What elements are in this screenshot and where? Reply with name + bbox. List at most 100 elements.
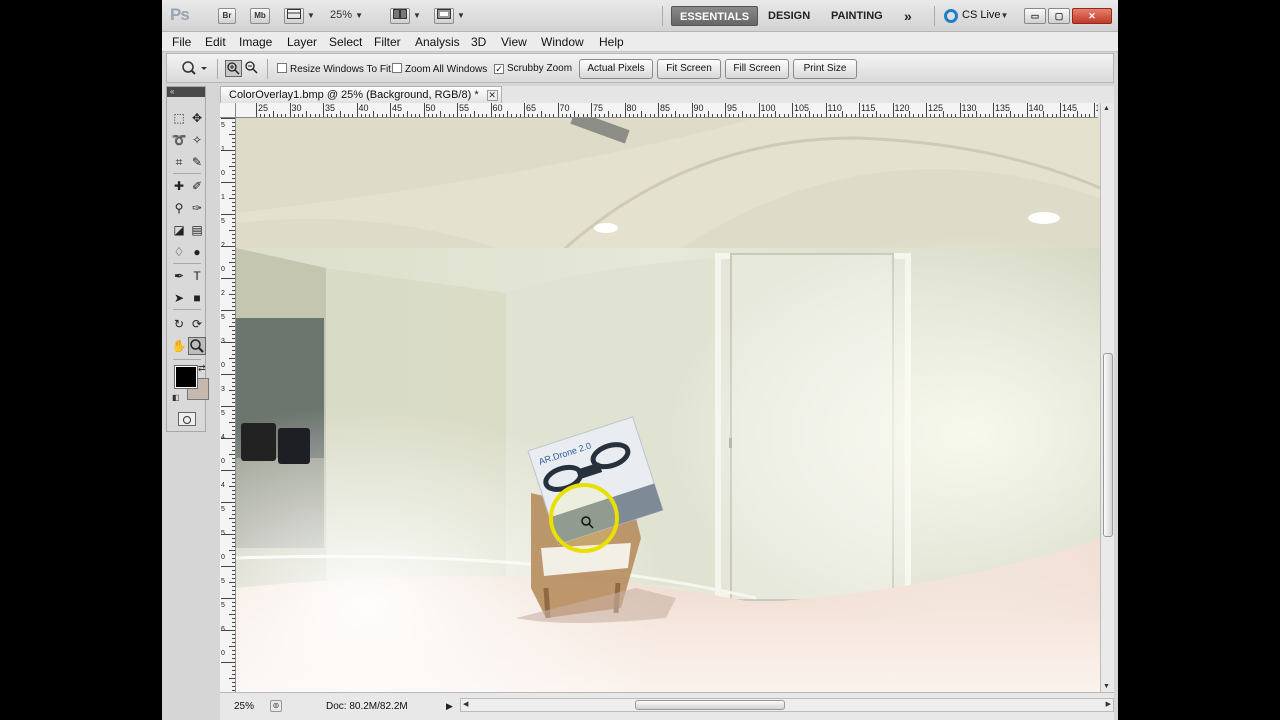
ruler-tick — [281, 114, 283, 117]
ruler-tick — [327, 114, 329, 117]
3d-orbit-tool-icon[interactable]: ⟳ — [188, 315, 206, 333]
ruler-tick — [1093, 103, 1095, 117]
fill-screen-button[interactable]: Fill Screen — [725, 59, 789, 79]
ruler-origin[interactable] — [220, 103, 236, 118]
ruler-tick — [436, 114, 438, 117]
separator — [173, 173, 201, 174]
zoom-in-mode-button[interactable] — [225, 60, 242, 77]
resize-windows-checkbox[interactable]: Resize Windows To Fit — [277, 63, 391, 75]
scrubby-zoom-checkbox[interactable]: ✓ Scrubby Zoom — [494, 63, 572, 74]
healing-brush-tool-icon[interactable]: ✚ — [170, 177, 188, 195]
path-selection-tool-icon[interactable]: ➤ — [170, 289, 188, 307]
horizontal-scrollbar[interactable]: ◀ ▶ — [460, 698, 1114, 712]
swap-colors-icon[interactable]: ⇄ — [198, 363, 206, 374]
ruler-tick — [783, 114, 785, 117]
launch-bridge-button[interactable]: Br — [218, 8, 236, 24]
menu-window[interactable]: Window — [541, 35, 584, 49]
scroll-up-icon[interactable]: ▲ — [1103, 105, 1110, 112]
zoom-level-dropdown[interactable]: 25% ▼ — [330, 9, 363, 21]
ruler-label: 4 — [221, 482, 225, 489]
move-tool-icon[interactable]: ✥ — [188, 109, 206, 127]
ruler-tick — [229, 550, 235, 551]
restore-button[interactable]: ▢ — [1048, 8, 1070, 24]
workspace-design[interactable]: DESIGN — [760, 6, 818, 26]
menu-select[interactable]: Select — [329, 35, 362, 49]
tool-preset-picker[interactable] — [181, 60, 207, 81]
menu-file[interactable]: File — [172, 35, 191, 49]
arrange-documents-button[interactable] — [390, 8, 410, 24]
type-tool-icon[interactable]: T — [188, 267, 206, 285]
ruler-tick — [229, 614, 235, 615]
ruler-label: 2 — [221, 290, 225, 297]
ruler-label: 135 — [995, 103, 1011, 113]
menu-help[interactable]: Help — [599, 35, 624, 49]
scroll-left-icon[interactable]: ◀ — [463, 700, 468, 708]
ruler-tick — [229, 294, 235, 295]
close-document-icon[interactable]: ✕ — [486, 90, 498, 101]
blur-tool-icon[interactable]: ♢ — [170, 243, 188, 261]
eyedropper-tool-icon[interactable]: ✎ — [188, 153, 206, 171]
brush-tool-icon[interactable]: ✐ — [188, 177, 206, 195]
ruler-tick — [821, 114, 823, 117]
document-tab[interactable]: ColorOverlay1.bmp @ 25% (Background, RGB… — [220, 86, 502, 103]
launch-minibridge-button[interactable]: Mb — [250, 8, 270, 24]
menu-3d[interactable]: 3D — [471, 35, 486, 49]
more-workspaces-button[interactable]: » — [896, 6, 920, 26]
lasso-tool-icon[interactable]: ➰ — [170, 131, 188, 149]
vertical-scrollbar[interactable]: ▲ ▼ — [1100, 103, 1114, 692]
eraser-tool-icon[interactable]: ◪ — [170, 221, 188, 239]
zoom-tool-icon[interactable] — [188, 337, 206, 355]
ruler-tick — [762, 114, 764, 117]
pen-tool-icon[interactable]: ✒ — [170, 267, 188, 285]
menu-image[interactable]: Image — [239, 35, 272, 49]
horizontal-scroll-thumb[interactable] — [635, 700, 785, 710]
menu-filter[interactable]: Filter — [374, 35, 401, 49]
gradient-tool-icon[interactable]: ▤ — [188, 221, 206, 239]
dodge-tool-icon[interactable]: ● — [188, 243, 206, 261]
ruler-label: 65 — [526, 103, 537, 113]
zoom-out-mode-button[interactable] — [244, 60, 261, 77]
actual-pixels-button[interactable]: Actual Pixels — [579, 59, 653, 79]
image-canvas[interactable]: AR.Drone 2.0 — [236, 118, 1100, 692]
scroll-down-icon[interactable]: ▼ — [1103, 683, 1110, 690]
menu-analysis[interactable]: Analysis — [415, 35, 460, 49]
marquee-tool-icon[interactable]: ⬚ — [170, 109, 188, 127]
arrange-caret-icon[interactable]: ▼ — [413, 11, 421, 20]
tools-panel-collapse[interactable]: « — [167, 87, 205, 97]
vertical-ruler[interactable]: 51015202530354045505560 — [220, 118, 236, 692]
scroll-right-icon[interactable]: ▶ — [1106, 700, 1111, 708]
quick-mask-icon[interactable] — [178, 412, 196, 426]
ruler-label: 45 — [392, 103, 403, 113]
ruler-tick — [406, 111, 408, 117]
clone-stamp-tool-icon[interactable]: ⚲ — [170, 199, 188, 217]
view-extras-button[interactable] — [284, 8, 304, 24]
foreground-color-swatch[interactable] — [174, 365, 198, 389]
hand-tool-icon[interactable]: ✋ — [170, 337, 188, 355]
vertical-scroll-thumb[interactable] — [1103, 353, 1113, 537]
rectangle-tool-icon[interactable]: ■ — [188, 289, 206, 307]
status-menu-arrow-icon[interactable]: ▶ — [446, 701, 453, 712]
crop-tool-icon[interactable]: ⌗ — [170, 153, 188, 171]
menu-layer[interactable]: Layer — [287, 35, 317, 49]
history-brush-tool-icon[interactable]: ✑ — [188, 199, 206, 217]
print-size-button[interactable]: Print Size — [793, 59, 857, 79]
screen-mode-caret-icon[interactable]: ▼ — [457, 11, 465, 20]
status-info-icon[interactable]: ⊚ — [270, 700, 282, 712]
menu-view[interactable]: View — [501, 35, 527, 49]
ruler-tick — [599, 114, 601, 117]
quick-selection-tool-icon[interactable]: ✧ — [188, 131, 206, 149]
3d-rotate-tool-icon[interactable]: ↻ — [170, 315, 188, 333]
view-extras-caret-icon[interactable]: ▼ — [307, 11, 315, 20]
default-colors-icon[interactable]: ◧ — [172, 393, 180, 402]
workspace-essentials[interactable]: ESSENTIALS — [671, 6, 759, 26]
menu-edit[interactable]: Edit — [205, 35, 226, 49]
close-button[interactable]: ✕ — [1072, 8, 1112, 24]
zoom-all-windows-checkbox[interactable]: Zoom All Windows — [392, 63, 487, 75]
horizontal-ruler[interactable]: 25 30 35 40 45 50 55 60 65 70 75 80 85 90 95 100 105 110 1… — [236, 103, 1098, 118]
status-zoom-field[interactable]: 25% — [234, 701, 254, 712]
fit-screen-button[interactable]: Fit Screen — [657, 59, 721, 79]
workspace-painting[interactable]: PAINTING — [823, 6, 891, 26]
screen-mode-button[interactable] — [434, 8, 454, 24]
cs-live-menu[interactable]: CS Live▼ — [962, 9, 1008, 21]
minimize-button[interactable]: ▭ — [1024, 8, 1046, 24]
